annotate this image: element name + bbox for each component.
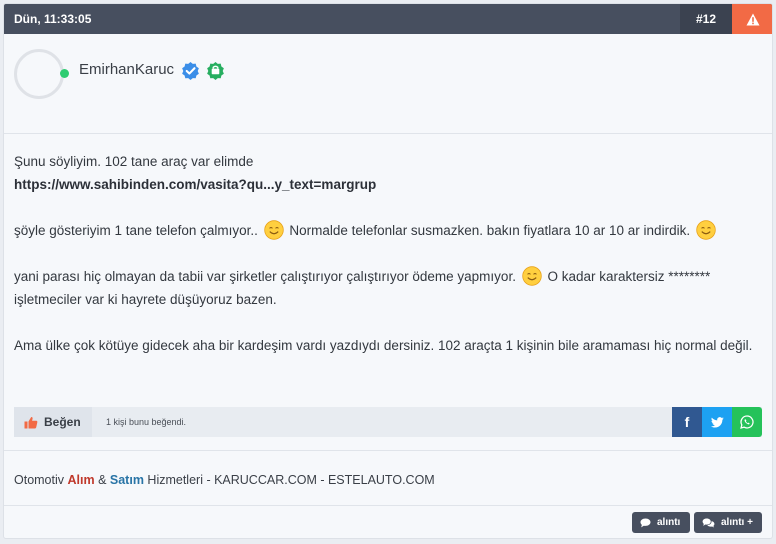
forum-post: Dün, 11:33:05 #12 EmirhanKaruc Şunu söyl…	[3, 3, 773, 539]
speech-bubble-icon	[640, 517, 651, 527]
multi-quote-button[interactable]: alıntı +	[694, 512, 762, 533]
share-whatsapp-button[interactable]	[732, 407, 762, 437]
like-count-text[interactable]: 1 kişi bunu beğendi.	[106, 417, 186, 427]
signature-highlight-blue: Satım	[109, 473, 144, 487]
reaction-bar: Beğen 1 kişi bunu beğendi. f	[14, 407, 762, 437]
signature-highlight-red: Alım	[67, 473, 95, 487]
warning-icon	[746, 13, 760, 25]
share-facebook-button[interactable]: f	[672, 407, 702, 437]
shop-badge-icon	[206, 61, 225, 85]
quote-label: alıntı	[657, 517, 681, 528]
quote-button[interactable]: alıntı	[632, 512, 690, 533]
like-button[interactable]: Beğen	[14, 407, 92, 437]
message-text: şöyle gösteriyim 1 tane telefon çalmıyor…	[14, 223, 262, 238]
multi-quote-label: alıntı +	[721, 517, 753, 528]
post-content: Şunu söyliyim. 102 tane araç var elimde …	[14, 150, 754, 357]
signature-text: Otomotiv Alım & Satım Hizmetleri - KARUC…	[14, 473, 435, 487]
smiling-face-emoji	[696, 220, 716, 240]
author-username[interactable]: EmirhanKaruc	[79, 61, 174, 78]
post-number-link[interactable]: #12	[680, 4, 732, 34]
twitter-icon	[710, 416, 724, 428]
verified-badge-icon	[181, 61, 200, 85]
report-button[interactable]	[732, 4, 772, 34]
signature-prefix: Otomotiv	[14, 473, 68, 487]
message-paragraph: yani parası hiç olmayan da tabii var şir…	[14, 265, 754, 311]
post-timestamp: Dün, 11:33:05	[14, 12, 92, 26]
thumbs-up-icon	[24, 416, 38, 428]
online-status-indicator	[60, 69, 69, 78]
message-paragraph: şöyle gösteriyim 1 tane telefon çalmıyor…	[14, 219, 754, 242]
avatar[interactable]	[14, 49, 64, 99]
user-signature: Otomotiv Alım & Satım Hizmetleri - KARUC…	[4, 450, 772, 506]
smiling-face-emoji	[263, 220, 284, 240]
listing-link[interactable]: https://www.sahibinden.com/vasita?qu...y…	[14, 177, 376, 192]
whatsapp-icon	[740, 415, 754, 429]
message-line: Şunu söyliyim. 102 tane araç var elimde	[14, 154, 254, 169]
message-text: yani parası hiç olmayan da tabii var şir…	[14, 269, 520, 284]
message-paragraph: Ama ülke çok kötüye gidecek aha bir kard…	[14, 338, 753, 353]
share-twitter-button[interactable]	[702, 407, 732, 437]
signature-ampersand: &	[94, 473, 110, 487]
like-label: Beğen	[44, 415, 81, 429]
author-panel: EmirhanKaruc	[4, 34, 772, 134]
facebook-icon: f	[684, 414, 690, 430]
smiling-face-emoji	[522, 266, 542, 286]
post-header: Dün, 11:33:05 #12	[4, 4, 772, 34]
message-text: Normalde telefonlar susmazken. bakın fiy…	[285, 223, 694, 238]
signature-suffix: Hizmetleri - KARUCCAR.COM - ESTELAUTO.CO…	[143, 473, 435, 487]
speech-bubbles-icon	[702, 517, 715, 528]
